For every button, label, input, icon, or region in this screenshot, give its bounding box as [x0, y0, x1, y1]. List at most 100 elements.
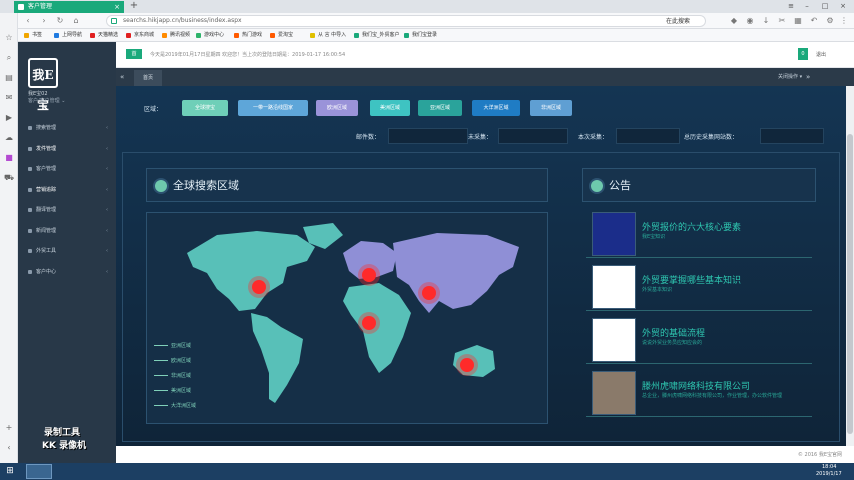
total-sites-label: 总历史采集网站数： [684, 134, 739, 141]
bookmark-item[interactable]: 京东商城 [126, 29, 154, 42]
news-item[interactable]: 滕州虎啸网络科技有限公司 总企业，滕州虎啸网络科技有限公司，作业管理，办公软件管理 [586, 369, 812, 417]
sidebar-mail-icon[interactable]: ✉ [4, 93, 14, 103]
sidebar-menu-label: 翻译管理 [36, 207, 57, 213]
sidebar-cart-icon[interactable]: ⛟ [4, 173, 14, 183]
sidebar-menu-item[interactable]: 发件管理 ‹ [18, 139, 116, 159]
message-badge[interactable]: 0 [798, 48, 808, 60]
tab-close-icon[interactable]: × [114, 1, 120, 13]
sidebar-menu-item[interactable]: 客户管理 ‹ [18, 159, 116, 179]
news-item[interactable]: 外贸的基础流程 说说外贸业务员应知应会的 [586, 316, 812, 364]
bookmark-item[interactable]: 我们宝登录 [404, 29, 437, 42]
sidebar-menu-item[interactable]: 翻译管理 ‹ [18, 200, 116, 220]
bookmark-item[interactable]: 热门游戏 [234, 29, 262, 42]
address-bar[interactable]: searchs.hikjapp.cn/business/index.aspx [106, 15, 706, 27]
search-box-label[interactable]: 在此搜索 [666, 16, 690, 25]
home-button[interactable]: 首 [126, 49, 142, 59]
maximize-icon[interactable]: □ [818, 0, 832, 12]
news-title[interactable]: 外贸的基础流程 [642, 326, 705, 339]
sidebar-video-icon[interactable]: ▶ [4, 113, 14, 123]
menu-icon[interactable]: ≡ [784, 0, 798, 12]
sidebar-menu-item[interactable]: 营销追踪 ‹ [18, 180, 116, 200]
forward-icon[interactable]: › [38, 15, 50, 27]
scrollbar-thumb[interactable] [847, 134, 853, 434]
browser-nav-bar: ‹ › ↻ ⌂ searchs.hikjapp.cn/business/inde… [18, 13, 854, 29]
tabs-prev-icon[interactable]: « [120, 68, 124, 86]
bookmark-item[interactable]: 腾讯视频 [162, 29, 190, 42]
region-button[interactable]: 一带一路沿线国家 [238, 100, 308, 116]
sidebar-app-icon[interactable]: ■ [4, 153, 14, 163]
sidebar-chat-icon[interactable]: ☁ [4, 133, 14, 143]
tabs-next-icon[interactable]: » [806, 68, 810, 86]
legend-item: 大洋洲区域 [154, 402, 196, 409]
grid-icon[interactable]: ▦ [792, 15, 804, 27]
tabs-ops-dropdown[interactable]: 关闭操作 ▾ [778, 68, 802, 86]
taskbar-browser-app[interactable] [26, 464, 52, 479]
bookmark-item[interactable]: 上网导航 [54, 29, 82, 42]
news-title[interactable]: 外贸要掌握哪些基本知识 [642, 273, 741, 286]
sidebar-doc-icon[interactable]: ▤ [4, 73, 14, 83]
sidebar-menu-item[interactable]: 新闻管理 ‹ [18, 221, 116, 241]
copyright-text: © 2016 我E宝官网 [797, 452, 842, 458]
region-button[interactable]: 大洋洲区域 [472, 100, 520, 116]
world-map [146, 212, 548, 424]
hotspot-marker[interactable] [460, 358, 474, 372]
chevron-icon: ‹ [106, 166, 108, 172]
hotspot-marker[interactable] [362, 316, 376, 330]
close-window-icon[interactable]: × [836, 0, 850, 12]
extension-icon[interactable]: ◆ [728, 15, 740, 27]
back-icon[interactable]: ‹ [22, 15, 34, 27]
bookmark-item[interactable]: 天猫精选 [90, 29, 118, 42]
bookmark-item[interactable]: 我们宝_外贸客户 [354, 29, 400, 42]
user-role-dropdown[interactable]: 客户/客户管理 ⌄ [28, 97, 65, 104]
region-button[interactable]: 欧洲区域 [316, 100, 358, 116]
download-icon[interactable]: ↓ [760, 15, 772, 27]
game-icon[interactable]: ◉ [744, 15, 756, 27]
bookmark-item[interactable]: 游戏中心 [196, 29, 224, 42]
sidebar-menu-label: 客户中心 [36, 268, 57, 275]
exit-link[interactable]: 退出 [816, 51, 826, 58]
new-tab-button[interactable]: + [128, 0, 140, 12]
sidebar-menu-item[interactable]: 搜索管理 ‹ [18, 118, 116, 138]
hotspot-marker[interactable] [362, 268, 376, 282]
hotspot-marker[interactable] [422, 286, 436, 300]
notice-panel-title: 公告 [582, 168, 816, 202]
cut-icon[interactable]: ✂ [776, 15, 788, 27]
undo-icon[interactable]: ↶ [808, 15, 820, 27]
start-button-icon[interactable]: ⊞ [2, 464, 18, 479]
minimize-icon[interactable]: – [800, 0, 814, 12]
region-button[interactable]: 亚洲区域 [418, 100, 462, 116]
not-collected-label: 未采集： [468, 134, 493, 141]
sidebar-search-icon[interactable]: ⌕ [4, 53, 14, 63]
news-item[interactable]: 外贸报价的六大核心要素 我E宝知识 [586, 210, 812, 258]
mail-count-field [388, 128, 468, 144]
bookmark-item[interactable]: 书签 [24, 29, 42, 42]
page-scrollbar[interactable] [846, 86, 854, 446]
browser-tab-active[interactable]: 客户管理 × [14, 1, 124, 13]
news-subtitle: 说说外贸业务员应知应会的 [642, 340, 703, 346]
news-title[interactable]: 滕州虎啸网络科技有限公司 [642, 379, 750, 392]
settings-icon[interactable]: ⚙ [824, 15, 836, 27]
bookmark-item[interactable]: 从 言 中导入 [310, 29, 346, 42]
reload-icon[interactable]: ↻ [54, 15, 66, 27]
bookmark-item[interactable]: 爱淘宝 [270, 29, 293, 42]
sidebar-collapse-icon[interactable]: ‹ [4, 443, 14, 453]
south-america-shape [251, 313, 303, 403]
legend-item: 美洲区域 [154, 387, 191, 394]
tab-home[interactable]: 首页 [134, 70, 162, 86]
sidebar-add-icon[interactable]: + [4, 423, 14, 433]
sidebar-star-icon[interactable]: ☆ [4, 33, 14, 43]
recorder-watermark-title: 录制工具 [44, 428, 81, 438]
news-title[interactable]: 外贸报价的六大核心要素 [642, 220, 741, 233]
sidebar-menu-item[interactable]: 外贸工具 ‹ [18, 241, 116, 261]
more-icon[interactable]: ⋮ [838, 15, 850, 27]
region-button[interactable]: 美洲区域 [370, 100, 410, 116]
region-button[interactable]: 非洲区域 [530, 100, 572, 116]
secure-icon [111, 18, 117, 24]
news-item[interactable]: 外贸要掌握哪些基本知识 外贸基本知识 [586, 263, 812, 311]
region-button[interactable]: 全球搜宝 [182, 100, 228, 116]
hotspot-marker[interactable] [252, 280, 266, 294]
chevron-icon: ‹ [106, 125, 108, 131]
sidebar-menu-item[interactable]: 客户中心 ‹ [18, 262, 116, 282]
legend-item: 非洲区域 [154, 372, 191, 379]
home-icon[interactable]: ⌂ [70, 15, 82, 27]
